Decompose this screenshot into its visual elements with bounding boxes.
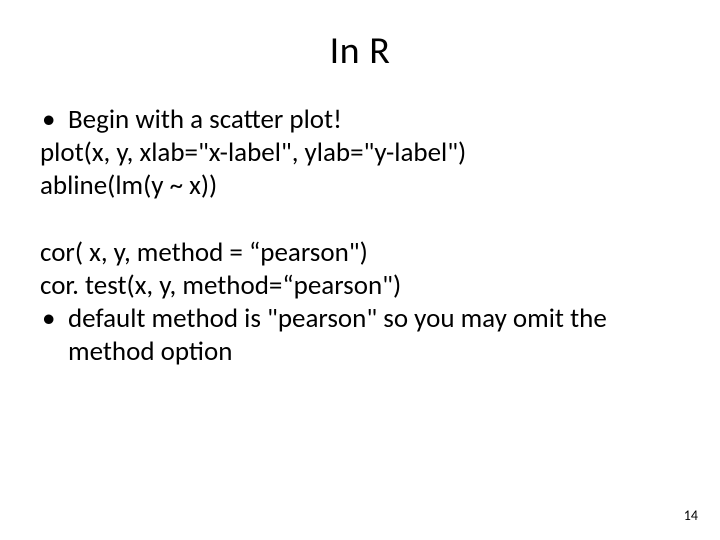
- bullet-dot-icon: •: [40, 104, 68, 137]
- bullet-text: Begin with a scatter plot!: [68, 104, 680, 137]
- slide-title: In R: [40, 28, 680, 74]
- bullet-text: default method is "pearson" so you may o…: [68, 303, 680, 369]
- code-line: plot(x, y, xlab="x-label", ylab="y-label…: [40, 137, 680, 170]
- slide-content: • Begin with a scatter plot! plot(x, y, …: [40, 104, 680, 369]
- bullet-dot-icon: •: [40, 303, 68, 336]
- bullet-item: • Begin with a scatter plot!: [40, 104, 680, 137]
- slide: In R • Begin with a scatter plot! plot(x…: [0, 0, 720, 540]
- code-line: abline(lm(y ~ x)): [40, 170, 680, 203]
- code-line: cor. test(x, y, method=“pearson"): [40, 270, 680, 303]
- block-2: cor( x, y, method = “pearson") cor. test…: [40, 237, 680, 369]
- page-number: 14: [684, 507, 698, 524]
- code-line: cor( x, y, method = “pearson"): [40, 237, 680, 270]
- bullet-item: • default method is "pearson" so you may…: [40, 303, 680, 369]
- block-1: • Begin with a scatter plot! plot(x, y, …: [40, 104, 680, 203]
